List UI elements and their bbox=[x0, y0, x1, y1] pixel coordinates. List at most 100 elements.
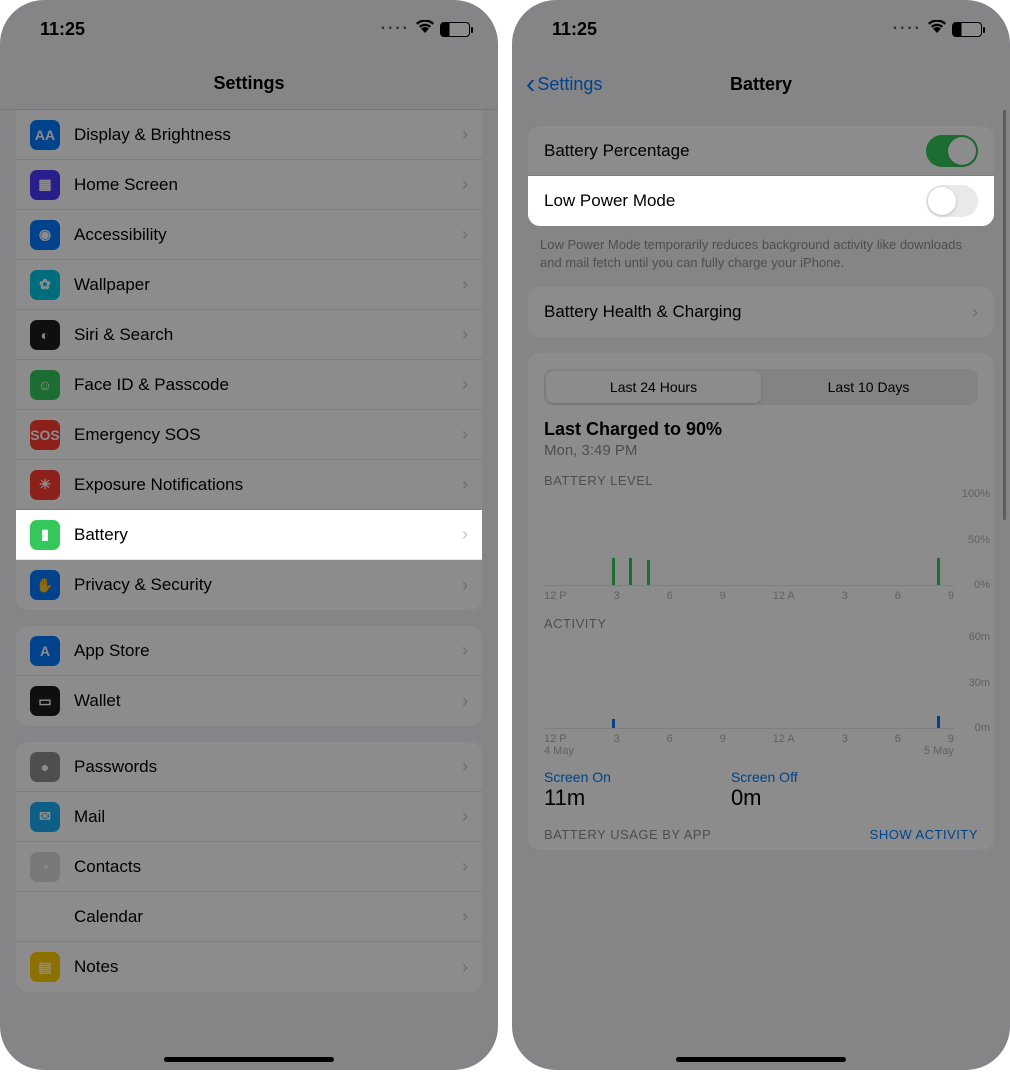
usage-by-app-header: BATTERY USAGE BY APP SHOW ACTIVITY bbox=[528, 817, 994, 842]
wallpaper-label: Wallpaper bbox=[74, 275, 448, 295]
health-group: Battery Health & Charging › bbox=[528, 287, 994, 337]
wallet-label: Wallet bbox=[74, 691, 448, 711]
low-power-mode-toggle[interactable] bbox=[926, 185, 978, 217]
notes-icon: ▤ bbox=[30, 952, 60, 982]
settings-row-siri-search[interactable]: ◐Siri & Search› bbox=[16, 310, 482, 360]
settings-row-passwords[interactable]: ●Passwords› bbox=[16, 742, 482, 792]
settings-row-home-screen[interactable]: ▦Home Screen› bbox=[16, 160, 482, 210]
chevron-right-icon: › bbox=[462, 524, 468, 545]
wifi-icon bbox=[928, 20, 946, 39]
settings-row-contacts[interactable]: ◔Contacts› bbox=[16, 842, 482, 892]
battery-icon: 31 bbox=[952, 22, 982, 37]
chevron-right-icon: › bbox=[972, 302, 978, 323]
last-charged-title: Last Charged to 90% bbox=[544, 419, 978, 440]
page-title: Battery bbox=[730, 74, 792, 95]
usage-by-app-label: BATTERY USAGE BY APP bbox=[544, 827, 711, 842]
activity-heading: ACTIVITY bbox=[544, 616, 978, 631]
settings-row-mail[interactable]: ✉ Mail › bbox=[16, 792, 482, 842]
settings-row-emergency-sos[interactable]: SOSEmergency SOS› bbox=[16, 410, 482, 460]
percentage-group: Battery Percentage Low Power Mode bbox=[528, 126, 994, 226]
wifi-icon bbox=[416, 20, 434, 39]
face-id-icon: ☺ bbox=[30, 370, 60, 400]
screen-off-value: 0m bbox=[731, 785, 798, 811]
settings-screenshot: 11:25 ···· 31 Settings AA Display & Brigh… bbox=[0, 0, 498, 1070]
chevron-right-icon: › bbox=[462, 906, 468, 927]
app-store-icon: A bbox=[30, 636, 60, 666]
accessibility-label: Accessibility bbox=[74, 225, 448, 245]
time-range-segmented[interactable]: Last 24 Hours Last 10 Days bbox=[544, 369, 978, 405]
back-button[interactable]: ‹Settings bbox=[526, 74, 602, 95]
siri-search-icon: ◐ bbox=[30, 320, 60, 350]
nav-bar: ‹Settings Battery bbox=[512, 58, 1010, 110]
segment-10d[interactable]: Last 10 Days bbox=[761, 371, 976, 403]
chevron-right-icon: › bbox=[462, 124, 468, 145]
home-indicator[interactable] bbox=[676, 1057, 846, 1062]
screen-off-label: Screen Off bbox=[731, 769, 798, 785]
settings-row-calendar[interactable]: ▦ Calendar › bbox=[16, 892, 482, 942]
activity-chart: 60m 30m 0m bbox=[544, 637, 954, 729]
app-store-label: App Store bbox=[74, 641, 448, 661]
wallet-icon: ▭ bbox=[30, 686, 60, 716]
display-brightness-icon: AA bbox=[30, 120, 60, 150]
battery-level-heading: BATTERY LEVEL bbox=[544, 473, 978, 488]
chevron-right-icon: › bbox=[462, 640, 468, 661]
chevron-right-icon: › bbox=[462, 274, 468, 295]
screen-on-label: Screen On bbox=[544, 769, 611, 785]
low-power-mode-row[interactable]: Low Power Mode bbox=[528, 176, 994, 226]
settings-row-app-store[interactable]: A App Store › bbox=[16, 626, 482, 676]
battery-level-chart: 100% 50% 0% bbox=[544, 494, 954, 586]
status-time: 11:25 bbox=[40, 19, 85, 40]
cellular-icon: ···· bbox=[381, 20, 410, 38]
passwords-label: Passwords bbox=[74, 757, 448, 777]
show-activity-button[interactable]: SHOW ACTIVITY bbox=[870, 827, 978, 842]
settings-row-notes[interactable]: ▤Notes› bbox=[16, 942, 482, 992]
settings-group: ●Passwords›✉Mail›◔Contacts›▦Calendar›▤No… bbox=[16, 742, 482, 992]
chevron-right-icon: › bbox=[462, 424, 468, 445]
cellular-icon: ···· bbox=[893, 20, 922, 38]
mail-icon: ✉ bbox=[30, 802, 60, 832]
battery-health-row[interactable]: Battery Health & Charging › bbox=[528, 287, 994, 337]
home-screen-icon: ▦ bbox=[30, 170, 60, 200]
settings-row-wallpaper[interactable]: ✿ Wallpaper › bbox=[16, 260, 482, 310]
scrollbar[interactable] bbox=[1003, 110, 1006, 520]
battery-percentage-toggle[interactable] bbox=[926, 135, 978, 167]
calendar-label: Calendar bbox=[74, 907, 448, 927]
wallpaper-icon: ✿ bbox=[30, 270, 60, 300]
chevron-left-icon: ‹ bbox=[526, 75, 535, 93]
passwords-icon: ● bbox=[30, 752, 60, 782]
chevron-right-icon: › bbox=[462, 691, 468, 712]
settings-group: A App Store › ▭ Wallet › bbox=[16, 626, 482, 726]
notes-label: Notes bbox=[74, 957, 448, 977]
settings-row-battery[interactable]: ▮Battery› bbox=[16, 510, 482, 560]
accessibility-icon: ◉ bbox=[30, 220, 60, 250]
battery-screenshot: 11:25 ···· 31 ‹Settings Battery Battery … bbox=[512, 0, 1010, 1070]
exposure-icon: ☀ bbox=[30, 470, 60, 500]
battery-content[interactable]: Battery Percentage Low Power Mode Low Po… bbox=[512, 110, 1010, 1070]
privacy-icon: ✋ bbox=[30, 570, 60, 600]
display-brightness-label: Display & Brightness bbox=[74, 125, 448, 145]
settings-row-exposure[interactable]: ☀Exposure Notifications› bbox=[16, 460, 482, 510]
siri-search-label: Siri & Search bbox=[74, 325, 448, 345]
home-indicator[interactable] bbox=[164, 1057, 334, 1062]
calendar-icon: ▦ bbox=[30, 902, 60, 932]
low-power-footnote: Low Power Mode temporarily reduces backg… bbox=[512, 226, 1010, 271]
settings-list[interactable]: AADisplay & Brightness›▦Home Screen›◉Acc… bbox=[0, 110, 498, 1070]
settings-row-face-id[interactable]: ☺Face ID & Passcode› bbox=[16, 360, 482, 410]
settings-row-privacy[interactable]: ✋Privacy & Security› bbox=[16, 560, 482, 610]
privacy-label: Privacy & Security bbox=[74, 575, 448, 595]
settings-row-display-brightness[interactable]: AA Display & Brightness › bbox=[16, 110, 482, 160]
battery-level-xaxis: 12 P36912 A369 bbox=[528, 586, 994, 602]
settings-group: AADisplay & Brightness›▦Home Screen›◉Acc… bbox=[16, 110, 482, 610]
mail-label: Mail bbox=[74, 807, 448, 827]
chevron-right-icon: › bbox=[462, 806, 468, 827]
page-title: Settings bbox=[213, 73, 284, 94]
contacts-label: Contacts bbox=[74, 857, 448, 877]
segment-24h[interactable]: Last 24 Hours bbox=[546, 371, 761, 403]
settings-row-accessibility[interactable]: ◉Accessibility› bbox=[16, 210, 482, 260]
status-bar: 11:25 ···· 31 bbox=[0, 0, 498, 58]
battery-label: Battery bbox=[74, 525, 448, 545]
battery-percentage-row[interactable]: Battery Percentage bbox=[528, 126, 994, 176]
last-charged-subtitle: Mon, 3:49 PM bbox=[544, 442, 978, 459]
chevron-right-icon: › bbox=[462, 174, 468, 195]
settings-row-wallet[interactable]: ▭ Wallet › bbox=[16, 676, 482, 726]
